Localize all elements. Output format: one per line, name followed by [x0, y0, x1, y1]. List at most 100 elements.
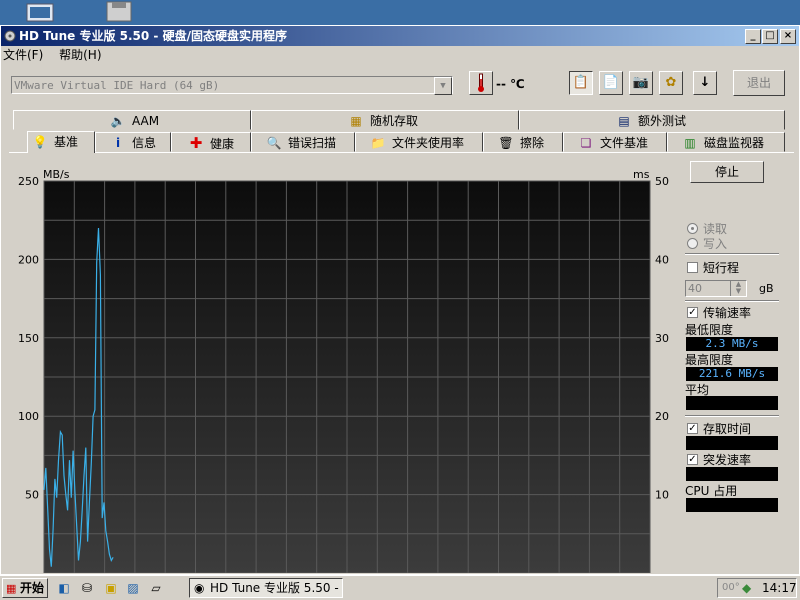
tab-extra-tests-label: 额外测试	[638, 114, 687, 128]
quicklaunch-drive-icon[interactable]: ▱	[148, 580, 164, 596]
y-tick-right: 40	[655, 253, 669, 266]
y-tick-right: 50	[655, 175, 669, 188]
tab-health[interactable]: ✚ 健康	[171, 132, 251, 152]
temperature-readout: -- ℃	[496, 77, 525, 91]
tab-benchmark[interactable]: 💡 基准	[27, 131, 95, 153]
y-tick-right: 20	[655, 410, 669, 423]
desktop-disk-icon[interactable]	[103, 0, 135, 22]
max-label: 最高限度	[685, 353, 734, 367]
tab-random-access[interactable]: ▦ 随机存取	[251, 110, 519, 130]
random-access-icon: ▦	[350, 114, 362, 128]
tab-disk-monitor[interactable]: ▥ 磁盘监视器	[667, 132, 785, 152]
tab-folder-usage[interactable]: 📁 文件夹使用率	[355, 132, 483, 152]
short-stroke-unit: gB	[759, 282, 774, 295]
task-label: HD Tune 专业版 5.50 - ...	[210, 581, 343, 595]
transfer-rate-checkbox[interactable]: ✓	[687, 307, 698, 318]
y-tick-left: 50	[25, 489, 39, 502]
taskbar: ▦ 开始 ◧ ⛁ ▣ ▨ ▱ ◉ HD Tune 专业版 5.50 - ... 00…	[0, 575, 800, 600]
exit-button[interactable]: 退出	[733, 70, 785, 96]
burst-rate-value	[686, 467, 778, 481]
tab-erase[interactable]: 🗑 擦除	[483, 132, 563, 152]
maximize-button[interactable]: □	[762, 29, 778, 44]
camera-icon: 📷	[632, 75, 650, 90]
screenshot-button[interactable]: 📷	[629, 71, 653, 95]
stop-button[interactable]: 停止	[690, 161, 764, 183]
y-tick-right: 30	[655, 332, 669, 345]
clipboard-icon: 📋	[572, 75, 590, 90]
options-button[interactable]: ✿	[659, 71, 683, 95]
spinner-arrows-icon[interactable]: ▲ ▼	[730, 281, 746, 296]
y-axis-right-unit: ms	[633, 168, 650, 181]
extra-tests-icon: ▤	[618, 114, 630, 128]
chevron-down-icon[interactable]: ▼	[434, 77, 452, 95]
y-tick-left: 150	[18, 332, 39, 345]
cpu-label: CPU 占用	[685, 484, 738, 498]
file-benchmark-icon: ❏	[580, 136, 592, 150]
access-time-checkbox[interactable]: ✓	[687, 423, 698, 434]
tab-health-label: 健康	[210, 137, 235, 151]
taskbar-task-hdtune[interactable]: ◉ HD Tune 专业版 5.50 - ...	[189, 578, 343, 598]
benchmark-chart: 250 200 150 100 50 50 40 30 20 10 MB/s ms	[18, 168, 669, 573]
clock: 14:17	[762, 581, 797, 595]
drive-select[interactable]: VMware Virtual IDE Hard (64 gB) ▼	[11, 76, 453, 95]
tray-temperature[interactable]: 00°	[722, 579, 740, 597]
magnifier-icon: 🔍	[266, 136, 282, 150]
minimize-button[interactable]: _	[745, 29, 761, 44]
speaker-icon: 🔈	[110, 114, 126, 128]
min-label: 最低限度	[685, 323, 734, 337]
menu-help[interactable]: 帮助(H)	[59, 48, 101, 62]
menu-file[interactable]: 文件(F)	[3, 48, 43, 62]
save-button[interactable]: ↓	[693, 71, 717, 95]
temperature-button[interactable]	[469, 71, 493, 95]
thermometer-icon	[478, 73, 484, 92]
quicklaunch-image-icon[interactable]: ▨	[125, 580, 141, 596]
quicklaunch-hdtune-icon[interactable]: ⛁	[79, 580, 95, 596]
tab-aam[interactable]: 🔈 AAM	[13, 110, 251, 130]
hdtune-task-icon: ◉	[194, 581, 205, 595]
main-window: HD Tune 专业版 5.50 - 硬盘/固态硬盘实用程序 _ □ × 文件(…	[0, 25, 800, 575]
divider	[685, 300, 779, 302]
down-arrow-icon: ↓	[699, 75, 711, 90]
read-radio[interactable]	[687, 223, 698, 234]
tab-disk-monitor-label: 磁盘监视器	[704, 136, 765, 150]
copy-info-button[interactable]: 📋	[569, 71, 593, 95]
y-tick-left: 100	[18, 410, 39, 423]
write-label: 写入	[703, 237, 728, 251]
min-value: 2.3 MB/s	[686, 337, 778, 351]
burst-rate-checkbox[interactable]: ✓	[687, 454, 698, 465]
chart-grid	[44, 181, 650, 573]
short-stroke-spinner[interactable]: 40 ▲ ▼	[685, 280, 747, 297]
max-value: 221.6 MB/s	[686, 367, 778, 381]
write-radio[interactable]	[687, 238, 698, 249]
divider	[685, 415, 779, 417]
title-bar[interactable]: HD Tune 专业版 5.50 - 硬盘/固态硬盘实用程序 _ □ ×	[1, 26, 799, 46]
health-cross-icon: ✚	[189, 134, 203, 152]
transfer-rate-label: 传输速率	[703, 306, 752, 320]
system-tray: 00° ◆ 14:17	[717, 578, 797, 598]
trash-icon: 🗑	[498, 136, 514, 150]
tab-random-access-label: 随机存取	[370, 114, 419, 128]
tab-error-scan[interactable]: 🔍 错误扫描	[251, 132, 355, 152]
drive-select-value: VMware Virtual IDE Hard (64 gB)	[14, 79, 220, 92]
tab-file-benchmark-label: 文件基准	[600, 136, 649, 150]
right-panel: 停止 读取 写入 短行程 40 ▲ ▼ gB ✓ 传输速率 最低限度 2.3 MB…	[685, 153, 794, 573]
y-tick-left: 200	[18, 253, 39, 266]
quicklaunch-folder-icon[interactable]: ▣	[103, 580, 119, 596]
tab-info[interactable]: i 信息	[95, 132, 171, 152]
quicklaunch-app-icon[interactable]: ◧	[56, 580, 72, 596]
desktop-computer-icon[interactable]	[25, 0, 55, 22]
access-time-label: 存取时间	[703, 422, 752, 436]
copy-screen-button[interactable]: 📄	[599, 71, 623, 95]
folder-icon: 📁	[370, 136, 386, 150]
tab-file-benchmark[interactable]: ❏ 文件基准	[563, 132, 667, 152]
close-button[interactable]: ×	[780, 29, 796, 44]
info-icon: i	[115, 136, 121, 150]
short-stroke-checkbox[interactable]	[687, 262, 698, 273]
lightbulb-icon: 💡	[32, 135, 48, 149]
tab-extra-tests[interactable]: ▤ 额外测试	[519, 110, 785, 130]
options-icon: ✿	[665, 75, 677, 90]
divider	[685, 253, 779, 255]
disk-monitor-icon: ▥	[684, 136, 696, 150]
tray-app-icon[interactable]: ◆	[742, 579, 751, 597]
start-button[interactable]: ▦ 开始	[2, 578, 48, 598]
